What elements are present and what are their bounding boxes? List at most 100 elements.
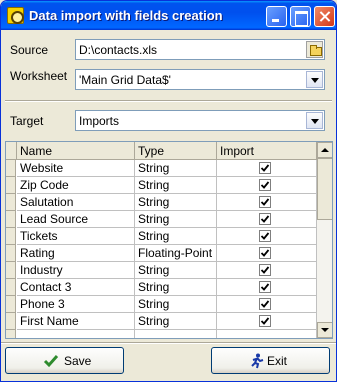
checkmark-icon (260, 249, 270, 257)
row-indicator[interactable] (6, 211, 16, 228)
cell-import (217, 262, 317, 279)
minimize-button[interactable] (266, 6, 287, 27)
import-checkbox[interactable] (259, 298, 271, 310)
exit-button[interactable]: Exit (211, 347, 330, 374)
target-select[interactable]: Imports (75, 110, 325, 131)
checkmark-icon (260, 317, 270, 325)
row-indicator[interactable] (6, 245, 16, 262)
table-row[interactable] (6, 330, 317, 338)
column-header-name[interactable]: Name (17, 142, 135, 160)
table-row[interactable]: Lead Source String (6, 211, 317, 228)
cell-type[interactable]: String (135, 313, 217, 330)
import-checkbox[interactable] (259, 230, 271, 242)
cell-type[interactable]: String (135, 296, 217, 313)
window-title: Data import with fields creation (29, 8, 223, 23)
checkmark-icon (260, 198, 270, 206)
divider (5, 100, 332, 102)
scroll-up-icon[interactable] (317, 142, 332, 158)
table-row[interactable]: Website String (6, 160, 317, 177)
checkmark-icon (260, 232, 270, 240)
cell-import (217, 177, 317, 194)
table-row[interactable]: Tickets String (6, 228, 317, 245)
cell-name[interactable]: Contact 3 (17, 279, 135, 296)
row-indicator-header (6, 142, 17, 160)
app-icon (7, 7, 24, 24)
source-field[interactable]: D:\contacts.xls (75, 39, 325, 60)
cell-name[interactable]: Phone 3 (17, 296, 135, 313)
table-row[interactable]: Contact 3 String (6, 279, 317, 296)
table-row[interactable]: Industry String (6, 262, 317, 279)
title-bar[interactable]: Data import with fields creation (1, 1, 336, 30)
row-indicator[interactable] (6, 330, 16, 338)
row-indicator[interactable] (6, 177, 16, 194)
cell-name[interactable]: Website (17, 160, 135, 177)
column-header-import[interactable]: Import (217, 142, 317, 160)
cell-name[interactable]: Tickets (17, 228, 135, 245)
cell-type[interactable] (135, 330, 217, 338)
cell-name[interactable]: First Name (17, 313, 135, 330)
column-header-type[interactable]: Type (135, 142, 217, 160)
chevron-down-icon[interactable] (306, 112, 323, 129)
vertical-scrollbar[interactable] (317, 142, 332, 338)
import-checkbox[interactable] (259, 162, 271, 174)
cell-name[interactable]: Zip Code (17, 177, 135, 194)
checkmark-icon (260, 164, 270, 172)
row-indicator[interactable] (6, 279, 16, 296)
cell-import (217, 228, 317, 245)
chevron-down-icon[interactable] (306, 71, 323, 88)
running-man-icon (251, 353, 264, 369)
cell-type[interactable]: String (135, 279, 217, 296)
cell-import (217, 245, 317, 262)
table-row[interactable]: Salutation String (6, 194, 317, 211)
cell-name[interactable]: Industry (17, 262, 135, 279)
cell-import (217, 313, 317, 330)
table-row[interactable]: Rating Floating-Point (6, 245, 317, 262)
target-value: Imports (79, 114, 120, 128)
cell-type[interactable]: String (135, 211, 217, 228)
scroll-down-icon[interactable] (317, 322, 332, 338)
cell-import (217, 330, 317, 338)
cell-import (217, 296, 317, 313)
cell-type[interactable]: String (135, 160, 217, 177)
browse-folder-icon[interactable] (306, 41, 323, 58)
scroll-thumb[interactable] (317, 158, 332, 220)
cell-import (217, 194, 317, 211)
import-checkbox[interactable] (259, 247, 271, 259)
row-indicator[interactable] (6, 160, 16, 177)
cell-name[interactable]: Rating (17, 245, 135, 262)
row-indicator[interactable] (6, 194, 16, 211)
cell-type[interactable]: Floating-Point (135, 245, 217, 262)
exit-label: Exit (267, 354, 288, 368)
row-indicator[interactable] (6, 262, 16, 279)
table-row[interactable]: First Name String (6, 313, 317, 330)
cell-type[interactable]: String (135, 228, 217, 245)
worksheet-label: Worksheet (10, 69, 68, 83)
cell-import (217, 211, 317, 228)
worksheet-select[interactable]: 'Main Grid Data$' (75, 69, 325, 90)
import-checkbox[interactable] (259, 264, 271, 276)
close-button[interactable] (314, 6, 335, 27)
row-indicator[interactable] (6, 313, 16, 330)
row-indicator[interactable] (6, 296, 16, 313)
cell-type[interactable]: String (135, 262, 217, 279)
table-row[interactable]: Phone 3 String (6, 296, 317, 313)
cell-type[interactable]: String (135, 177, 217, 194)
import-checkbox[interactable] (259, 281, 271, 293)
checkmark-icon (260, 283, 270, 291)
row-indicator[interactable] (6, 228, 16, 245)
target-label: Target (10, 114, 44, 128)
import-dialog: Data import with fields creation Source … (0, 0, 337, 382)
maximize-button[interactable] (290, 6, 311, 27)
cell-import (217, 279, 317, 296)
import-checkbox[interactable] (259, 196, 271, 208)
checkmark-icon (260, 181, 270, 189)
cell-name[interactable] (17, 330, 135, 338)
cell-type[interactable]: String (135, 194, 217, 211)
cell-name[interactable]: Salutation (17, 194, 135, 211)
import-checkbox[interactable] (259, 179, 271, 191)
cell-name[interactable]: Lead Source (17, 211, 135, 228)
import-checkbox[interactable] (259, 315, 271, 327)
save-button[interactable]: Save (5, 347, 124, 374)
import-checkbox[interactable] (259, 213, 271, 225)
table-row[interactable]: Zip Code String (6, 177, 317, 194)
